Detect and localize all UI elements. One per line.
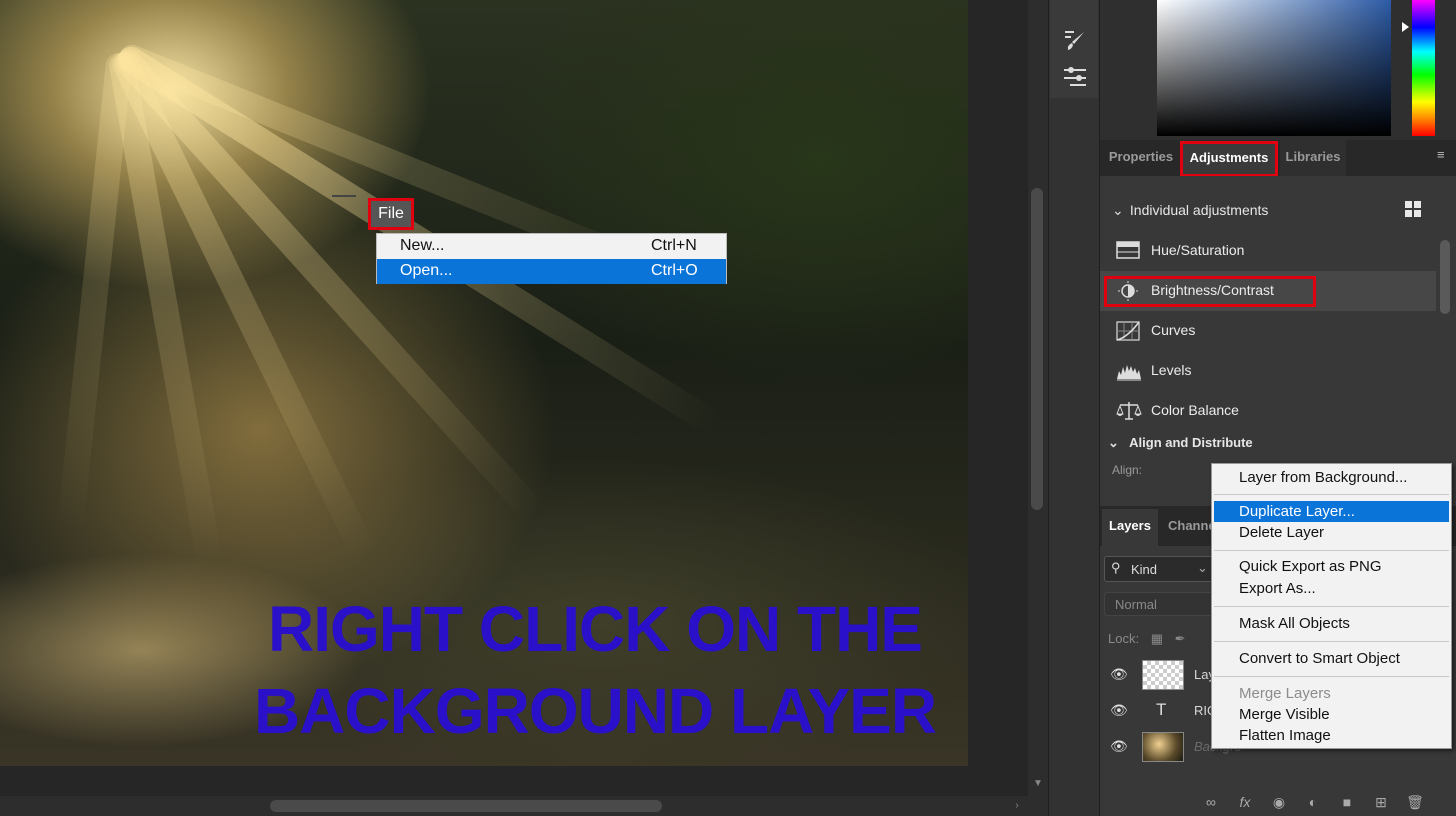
chevron-down-icon: ⌄	[1108, 435, 1119, 450]
menu-item-duplicate-layer[interactable]: Duplicate Layer...	[1214, 501, 1449, 522]
adjustment-color-balance[interactable]: Color Balance	[1100, 391, 1436, 431]
scroll-right-arrow-icon[interactable]: ›	[1010, 800, 1024, 814]
menu-item-merge-visible[interactable]: Merge Visible	[1214, 704, 1449, 725]
chevron-down-icon: ⌄	[1112, 202, 1124, 218]
tab-libraries[interactable]: Libraries	[1280, 140, 1346, 176]
horizontal-scroll-thumb[interactable]	[270, 800, 662, 812]
align-label: Align:	[1112, 463, 1143, 477]
adjustment-label: Hue/Saturation	[1151, 242, 1245, 258]
tool-strip-group	[1050, 0, 1098, 98]
add-mask-icon[interactable]: ◉	[1270, 794, 1288, 811]
section-title: Individual adjustments	[1129, 202, 1269, 218]
blend-mode-select[interactable]: Normal	[1104, 592, 1214, 616]
visibility-eye-icon[interactable]: 👁	[1110, 666, 1128, 683]
lock-label: Lock: ▦ ✒	[1108, 631, 1186, 647]
visibility-eye-icon[interactable]: 👁	[1110, 702, 1128, 719]
menu-item-label: Open...	[400, 262, 453, 279]
menu-item-mask-all-objects[interactable]: Mask All Objects	[1214, 613, 1449, 634]
menu-item-label: Delete Layer	[1239, 524, 1325, 541]
menu-separator	[1214, 676, 1449, 677]
menu-item-layer-from-background[interactable]: Layer from Background...	[1214, 467, 1449, 488]
levels-icon	[1116, 361, 1141, 381]
menu-item-delete-layer[interactable]: Delete Layer	[1214, 522, 1449, 543]
tab-layers[interactable]: Layers	[1102, 509, 1158, 546]
adjustment-curves[interactable]: Curves	[1100, 311, 1436, 351]
layer-thumbnail	[1142, 660, 1184, 690]
adjustment-hue-saturation[interactable]: Hue/Saturation	[1100, 231, 1436, 271]
layer-thumbnail	[1142, 732, 1184, 762]
text-layer-icon: T	[1156, 700, 1167, 719]
menu-item-flatten-image[interactable]: Flatten Image	[1214, 725, 1449, 746]
scroll-down-arrow-icon[interactable]: ▼	[1031, 778, 1045, 792]
fx-icon[interactable]: fx	[1236, 794, 1254, 810]
adjustments-scroll-thumb[interactable]	[1440, 240, 1450, 314]
layer-kind-filter[interactable]: ⚲ Kind ⌄	[1104, 556, 1214, 582]
menu-item-shortcut: Ctrl+N	[651, 237, 697, 254]
link-layers-icon[interactable]: ∞	[1202, 794, 1220, 810]
menu-item-quick-export-png[interactable]: Quick Export as PNG	[1214, 556, 1449, 577]
panel-menu-icon[interactable]: ≡	[1437, 148, 1449, 161]
brush-settings-icon[interactable]	[1062, 28, 1088, 54]
tab-properties[interactable]: Properties	[1104, 140, 1178, 176]
new-layer-icon[interactable]: ⊞	[1372, 794, 1390, 811]
adjustment-label: Color Balance	[1151, 402, 1239, 418]
curves-icon	[1116, 321, 1140, 341]
align-distribute-header[interactable]: ⌄ Align and Distribute	[1108, 435, 1253, 451]
adjustment-label: Curves	[1151, 322, 1196, 338]
tab-adjustments[interactable]: Adjustments	[1180, 141, 1278, 177]
menu-item-label: Flatten Image	[1239, 727, 1331, 744]
menu-separator	[1214, 606, 1449, 607]
overlay-line-2: BACKGROUND LAYER	[253, 675, 937, 747]
menu-item-label: Duplicate Layer...	[1239, 503, 1355, 520]
color-balance-icon	[1116, 401, 1142, 421]
menu-item-label: Merge Visible	[1239, 706, 1330, 723]
menu-item-open[interactable]: Open... Ctrl+O	[377, 259, 726, 284]
lock-label-text: Lock:	[1108, 631, 1140, 646]
menu-separator	[1214, 641, 1449, 642]
adjustment-levels[interactable]: Levels	[1100, 351, 1436, 391]
adjustment-label: Levels	[1151, 362, 1192, 378]
layer-context-menu: Layer from Background... Duplicate Layer…	[1211, 463, 1452, 749]
chevron-down-icon: ⌄	[1197, 560, 1208, 575]
brush-presets-icon[interactable]	[1062, 64, 1088, 90]
individual-adjustments-header[interactable]: ⌄ Individual adjustments	[1112, 202, 1268, 219]
instruction-overlay-text: RIGHT CLICK ON THE BACKGROUND LAYER	[230, 588, 960, 752]
brightness-contrast-highlight-box	[1104, 276, 1316, 307]
menu-dash-decoration	[332, 195, 356, 197]
menu-item-label: Export As...	[1239, 580, 1316, 597]
menu-item-label: Mask All Objects	[1239, 615, 1350, 632]
menu-item-label: Convert to Smart Object	[1239, 650, 1400, 667]
menu-item-label: Merge Layers	[1239, 685, 1331, 702]
color-saturation-field[interactable]	[1157, 0, 1391, 136]
vertical-scroll-thumb[interactable]	[1031, 188, 1043, 510]
menu-item-convert-smart-object[interactable]: Convert to Smart Object	[1214, 648, 1449, 669]
kind-filter-label: Kind	[1131, 562, 1158, 577]
panel-tool-strip	[1048, 0, 1100, 816]
lock-transparent-pixels-icon[interactable]: ▦	[1151, 631, 1163, 646]
adjustment-layer-icon[interactable]: ◐	[1304, 794, 1322, 810]
hue-slider[interactable]	[1412, 0, 1435, 136]
file-dropdown-menu: New... Ctrl+N Open... Ctrl+O	[376, 233, 727, 284]
hue-slider-arrow-icon[interactable]	[1402, 22, 1409, 32]
overlay-line-1: RIGHT CLICK ON THE	[268, 593, 923, 665]
hue-saturation-icon	[1116, 241, 1140, 261]
search-icon: ⚲	[1111, 560, 1121, 575]
grid-view-icon[interactable]	[1405, 201, 1421, 217]
file-menu-button[interactable]: File	[368, 198, 414, 230]
menu-item-label: Layer from Background...	[1239, 469, 1408, 486]
menu-item-label: Quick Export as PNG	[1239, 558, 1382, 575]
menu-item-export-as[interactable]: Export As...	[1214, 578, 1449, 599]
menu-item-new[interactable]: New... Ctrl+N	[377, 234, 726, 259]
new-group-folder-icon[interactable]: ■	[1338, 794, 1356, 810]
lock-image-pixels-icon[interactable]: ✒	[1175, 631, 1186, 646]
menu-item-label: New...	[400, 237, 445, 254]
menu-item-merge-layers: Merge Layers	[1214, 683, 1449, 704]
menu-separator	[1214, 550, 1449, 551]
trash-icon[interactable]: 🗑	[1406, 794, 1424, 811]
blend-mode-value: Normal	[1115, 597, 1157, 612]
menu-separator	[1214, 494, 1449, 495]
menu-item-shortcut: Ctrl+O	[651, 262, 698, 279]
section-title: Align and Distribute	[1129, 435, 1253, 450]
visibility-eye-icon[interactable]: 👁	[1110, 738, 1128, 755]
